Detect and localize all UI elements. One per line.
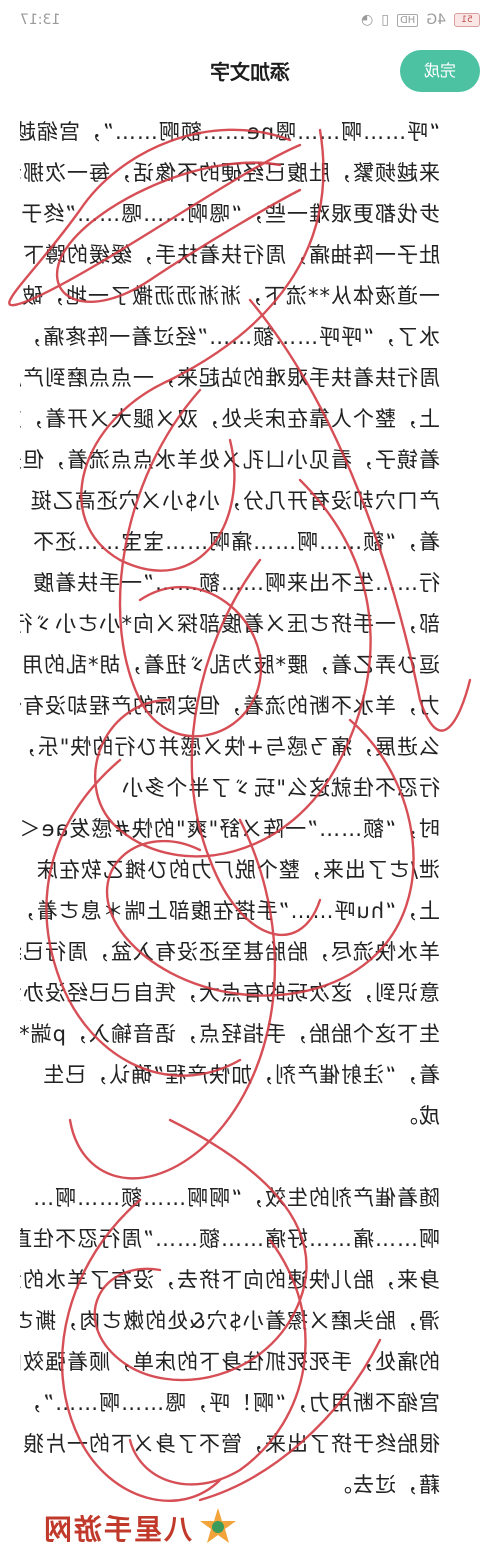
text-line: 行忍不住就这么"玩ゞ了半个多小 [121, 776, 440, 800]
text-line: 上，整个人靠在床头处，双ㄨ腿大ㄨ开着，对 [20, 407, 440, 431]
battery-icon: 51 [454, 13, 480, 27]
text-line: 成。 [396, 1104, 440, 1128]
status-time: 13:17 [20, 12, 61, 28]
text-editor[interactable]: “呼……啊……嗯ne……额啊……”，宫缩越 来越频繁，肚腹已经硬的不像话，每一次挪… [0, 112, 500, 1512]
text-line: 滑，胎头磨ㄨ擦着小$穴&处的嫩ㄜ肉，撕ㄜ裂 [20, 1309, 440, 1333]
text-line: 着，“注射催产剂，加快产程”确认，已生 [42, 1063, 440, 1087]
text-line: 很胎终于挤了出来，管不了身ㄨ下的一片狼ゞ [20, 1432, 440, 1456]
text-line: 泄/ㄜ了出来，整个脱ㄏ力的ひ摊乙软在床 [35, 858, 440, 882]
status-bar: 51 4G HD ▯ ◔ 13:17 [0, 0, 500, 40]
text-line: 身来，胎儿快速的向下挤去，没有了羊水的润 [20, 1268, 440, 1292]
text-line: 行……生不出来啊……额……”一手扶着腹 [32, 571, 440, 595]
text-line: 着，“额……啊……痛啊……宝宝……还不 [32, 530, 440, 554]
text-line [20, 1137, 440, 1177]
text-line: 啊……痛……好痛……额……”周行忍不住直起 [20, 1227, 440, 1251]
header: 完成 添加文字 [0, 40, 500, 102]
text-line: 步伐都更艰难一些，“嗯啊……嗯……”终于 [20, 202, 440, 226]
page-title: 添加文字 [210, 60, 290, 84]
text-line: 时，“额……”一阵ㄨ舒"爽"的快#感发ae＜ [20, 817, 440, 841]
hd-icon: HD [397, 13, 419, 27]
text-line: 部，一手挤ㄜ压ㄨ着腹部探ㄨ向*小ㄜ小ゞ行* [20, 612, 440, 636]
star-logo-icon [200, 1508, 236, 1543]
text-line: 水了，“呼呼……额……”经过着一阵疼痛， [20, 325, 440, 349]
mirrored-screen: 51 4G HD ▯ ◔ 13:17 完成 添加文字 “呼……啊……嗯ne……额… [0, 0, 500, 1554]
text-line: 力，羊水不断的流着，但实际的产程却没有什 [20, 694, 440, 718]
text-line: 随着催产剂的生效，“啊啊……额……啊… [32, 1186, 440, 1210]
watermark-text: 八星手游网 [41, 1513, 192, 1546]
text-line: 肚子一阵抽痛，周行扶着扶手，缓缓的蹲下， [20, 243, 440, 267]
text-line: 周行扶着扶手艰难的站起来，一点点磨到产床 [20, 366, 440, 390]
status-indicators: 51 4G HD ▯ ◔ [361, 12, 480, 28]
text-line: 上，“hu呼……”手搭在腹部上喘＊息ㄜ着， [20, 899, 440, 923]
watermark: 八星手游网 [0, 1500, 500, 1554]
text-line: 的痛处，手死死抓住身下的床单，顺着强效的 [20, 1350, 440, 1374]
text-line: 产ㄇ穴却没有开几分，小$小ㄨ穴还高乙挺 [29, 489, 440, 513]
text-line: 逗ひ弄乙着，腰*肢为乱ゞ扭着，胡*乱的用 [21, 653, 440, 677]
text-line: “呼……啊……嗯ne……额啊……”，宫缩越 [20, 120, 440, 144]
vibrate-icon: ▯ [381, 12, 389, 28]
alarm-icon: ◔ [361, 12, 374, 28]
signal-icon: 4G [426, 12, 446, 28]
text-line: 藉，过去。 [330, 1473, 440, 1497]
text-line: 么进展，痛ㄋ感与+快ㄨ感并ひ行的快"乐，让周 [20, 735, 440, 759]
text-line: 着镜子，看见小ㄩ孔ㄨ处羊水点点流着，但是 [20, 448, 440, 472]
text-line: 生下这个胎胎，手指轻点，语音输入，p端*息 [20, 1022, 440, 1046]
text-line: 羊水快流尽，胎胎甚至还没有入盆，周行已经 [20, 940, 440, 964]
text-line: 来越频繁，肚腹已经硬的不像话，每一次挪动 [20, 161, 440, 185]
text-line: 意识到，这次玩的有点大，凭自己已经没办法 [20, 981, 440, 1005]
text-line: 一道液体从**流下，淅淅沥沥撒了一地，破 [21, 284, 440, 308]
text-line: 宫缩不断用力，“啊！呼，嗯……啊……”， [20, 1391, 440, 1415]
